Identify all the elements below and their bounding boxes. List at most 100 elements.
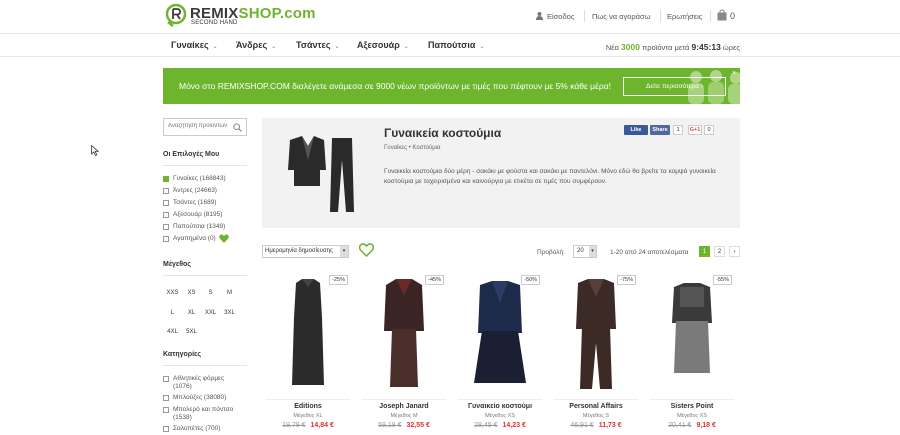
size-option[interactable]: M	[220, 286, 239, 300]
chevron-down-icon: ⌄	[334, 44, 340, 50]
bag-icon[interactable]	[717, 9, 727, 21]
user-icon	[536, 12, 543, 20]
search-icon[interactable]	[233, 123, 242, 132]
chevron-down-icon: ▾	[589, 246, 596, 257]
size-option[interactable]: XXS	[163, 286, 182, 300]
checkbox[interactable]	[163, 376, 169, 382]
close-icon[interactable]: ×	[732, 70, 736, 77]
size-option[interactable]: S	[201, 286, 220, 300]
checkbox[interactable]	[163, 236, 169, 242]
product-brand[interactable]: Sisters Point	[650, 403, 734, 410]
product-card[interactable]: -25% Editions Μέγεθος XL 19,79 € 14,84 €	[266, 273, 350, 435]
search-input[interactable]	[168, 123, 232, 129]
nav-item-accessories[interactable]: Αξεσουάρ ⌄	[357, 40, 409, 50]
next-page-button[interactable]: ›	[729, 246, 740, 257]
product-brand[interactable]: Editions	[266, 403, 350, 410]
old-price: 28,45 €	[474, 422, 498, 429]
checkbox[interactable]	[163, 426, 169, 432]
discount-badge: -75%	[617, 275, 636, 285]
google-plus-count: 0	[704, 125, 714, 135]
new-price: 32,55 €	[406, 422, 430, 429]
categories-heading: Κατηγορίες	[163, 351, 202, 358]
chevron-down-icon: ⌄	[212, 44, 218, 50]
checkbox[interactable]	[163, 188, 169, 194]
product-image	[458, 273, 542, 400]
chevron-right-icon: ›	[700, 83, 703, 90]
heart-icon	[219, 234, 229, 243]
size-option[interactable]: 5XL	[182, 325, 201, 339]
divider	[584, 10, 585, 22]
chevron-down-icon: ⌄	[403, 44, 409, 50]
facebook-count: 1	[673, 125, 683, 135]
divider	[163, 365, 247, 366]
nav-item-men[interactable]: Άνδρες ⌄	[236, 40, 276, 50]
search-box	[163, 118, 247, 136]
logo-subtitle: SECOND HAND	[191, 20, 238, 26]
new-price: 11,73 €	[598, 422, 622, 429]
checkbox[interactable]	[163, 224, 169, 230]
breadcrumb[interactable]: Γυναίκες • Κοστούμια	[384, 145, 441, 151]
checkbox[interactable]	[163, 407, 169, 413]
logo[interactable]: REMIXSHOP.com SECOND HAND	[165, 2, 316, 30]
product-price: 59,18 € 32,55 €	[362, 422, 446, 429]
nav-item-bags[interactable]: Τσάντες ⌄	[296, 40, 340, 50]
size-option[interactable]: L	[163, 306, 182, 320]
divider	[163, 275, 247, 276]
product-brand[interactable]: Joseph Janard	[362, 403, 446, 410]
divider	[660, 10, 661, 22]
size-option[interactable]: XXL	[201, 306, 220, 320]
page-2-button[interactable]: 2	[714, 246, 725, 257]
divider	[458, 399, 542, 400]
old-price: 46,91 €	[570, 422, 594, 429]
product-price: 28,45 € 14,23 €	[458, 422, 542, 429]
login-link[interactable]: Είσοδος	[547, 12, 574, 21]
promo-banner[interactable]: Μόνο στο REMIXSHOP.COM διαλέγετε ανάμεσα…	[163, 68, 740, 104]
checkbox[interactable]	[163, 176, 169, 182]
per-page-select[interactable]: 20 ▾	[573, 245, 597, 258]
product-card[interactable]: -75% Personal Affairs Μέγεθος S 46,91 € 1…	[554, 273, 638, 435]
discount-badge: -25%	[329, 275, 348, 285]
sort-select[interactable]: Ημερομηνία δημοσίευσης ▾	[262, 245, 349, 258]
banner-text: Μόνο στο REMIXSHOP.COM διαλέγετε ανάμεσα…	[179, 81, 611, 91]
category-suit-image	[288, 136, 354, 212]
google-plus-button[interactable]: G+1	[688, 125, 702, 135]
new-price: 14,84 €	[310, 422, 334, 429]
discount-badge: -50%	[521, 275, 540, 285]
product-brand[interactable]: Γυναικείο κοστούμι	[458, 403, 542, 410]
divider	[710, 10, 711, 22]
product-image	[650, 273, 734, 400]
new-products-counter: Νέα 3000 προϊόντα μετά 9:45:13 ώρες	[605, 42, 740, 52]
old-price: 19,79 €	[282, 422, 306, 429]
size-option[interactable]: 3XL	[220, 306, 239, 320]
main-nav: Γυναίκες ⌄ Άνδρες ⌄ Τσάντες ⌄ Αξεσουάρ ⌄ Παπ…	[0, 33, 900, 57]
divider	[554, 399, 638, 400]
product-card[interactable]: -50% Γυναικείο κοστούμι Μέγεθος XS 28,45…	[458, 273, 542, 435]
checkbox[interactable]	[163, 200, 169, 206]
nav-item-shoes[interactable]: Παπούτσια ⌄	[428, 40, 484, 50]
my-options-heading: Οι Επιλογές Μου	[163, 151, 220, 158]
checkbox[interactable]	[163, 395, 169, 401]
checkbox[interactable]	[163, 212, 169, 218]
product-card[interactable]: -45% Joseph Janard Μέγεθος M 59,18 € 32,5…	[362, 273, 446, 435]
size-heading: Μέγεθος	[163, 261, 191, 268]
faq-link[interactable]: Ερωτήσεις	[667, 12, 702, 21]
size-option[interactable]: XS	[182, 286, 201, 300]
results-count: 1-20 από 24 αποτελέσματα	[610, 249, 689, 256]
size-option[interactable]: 4XL	[163, 325, 182, 339]
heart-icon[interactable]	[359, 243, 374, 257]
product-brand[interactable]: Personal Affairs	[554, 403, 638, 410]
chevron-down-icon: ⌄	[479, 44, 485, 50]
how-to-buy-link[interactable]: Πως να αγοράσω	[592, 12, 650, 21]
view-label: Προβολή:	[537, 249, 565, 256]
product-card[interactable]: -55% Sisters Point Μέγεθος XS 20,41 € 9,1…	[650, 273, 734, 435]
top-bar: REMIXSHOP.com SECOND HAND Είσοδος Πως να…	[0, 0, 900, 33]
divider	[650, 399, 734, 400]
see-more-button[interactable]: Δείτε περισσότερα ›	[623, 77, 726, 96]
size-option[interactable]: XL	[182, 306, 201, 320]
facebook-like-button[interactable]: Like	[624, 125, 648, 135]
nav-item-women[interactable]: Γυναίκες ⌄	[171, 40, 218, 50]
facebook-share-button[interactable]: Share	[650, 125, 670, 135]
page-1-button[interactable]: 1	[699, 246, 710, 257]
new-price: 9,18 €	[696, 422, 716, 429]
product-price: 46,91 € 11,73 €	[554, 422, 638, 429]
